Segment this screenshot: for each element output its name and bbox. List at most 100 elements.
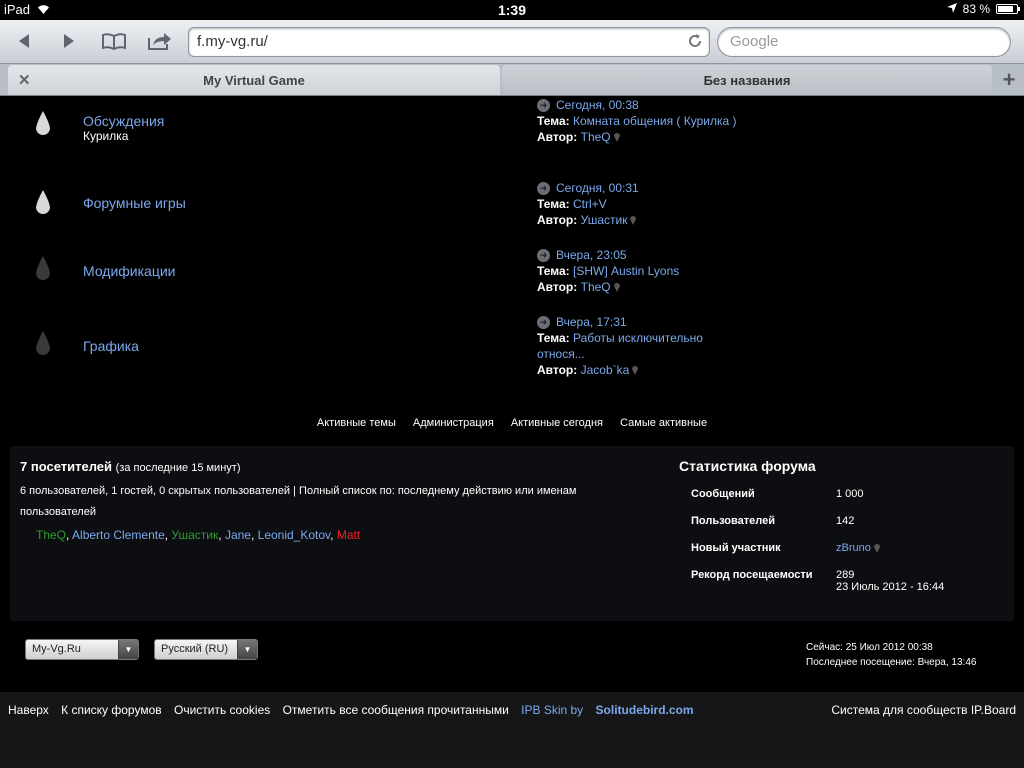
go-to-post-icon[interactable]: ➜ (537, 98, 550, 112)
last-post-date[interactable]: Сегодня, 00:38 (556, 97, 639, 113)
clock: 1:39 (497, 2, 527, 18)
active-topics-link[interactable]: Активные темы (317, 417, 396, 429)
go-to-post-icon[interactable]: ➜ (537, 181, 550, 195)
tab-untitled[interactable]: Без названия (502, 65, 992, 95)
last-post: ➜ Сегодня, 00:31 Тема: Ctrl+V Автор: Ушас… (537, 180, 737, 228)
topic-label: Тема: (537, 264, 570, 278)
online-user[interactable]: Ушастик (171, 528, 218, 542)
forward-button[interactable] (54, 28, 84, 54)
forum-link[interactable]: Графика (83, 338, 139, 354)
powered-by-link[interactable]: Система для сообществ IP.Board (831, 703, 1016, 717)
online-count: 7 посетителей (20, 459, 113, 474)
current-time: Сейчас: 25 Июл 2012 00:38 (806, 642, 933, 653)
author-label: Автор: (537, 213, 578, 227)
reload-icon[interactable] (687, 33, 703, 53)
battery-percent: 83 % (962, 2, 990, 16)
forum-link[interactable]: Модификации (83, 263, 176, 279)
last-post-date[interactable]: Сегодня, 00:31 (556, 180, 639, 196)
most-active-link[interactable]: Самые активные (620, 417, 707, 429)
read-forum-icon (36, 331, 50, 355)
online-user[interactable]: Alberto Clemente (72, 528, 165, 542)
go-to-post-icon[interactable]: ➜ (537, 248, 550, 262)
chevron-down-icon: ▼ (237, 640, 257, 659)
back-to-top-link[interactable]: Наверх (8, 703, 49, 717)
forum-link[interactable]: Форумные игры (83, 195, 186, 211)
last-post: ➜ Вчера, 23:05 Тема: [SHW] Austin Lyons А… (537, 247, 737, 295)
author-label: Автор: (537, 280, 578, 294)
pin-icon (613, 133, 620, 143)
topic-link[interactable]: Ctrl+V (573, 197, 607, 211)
pin-icon (632, 366, 639, 376)
skin-select-value: My-Vg.Ru (32, 643, 81, 655)
skin-credit: IPB Skin by Solitudebird.com (521, 703, 693, 717)
author-label: Автор: (537, 130, 578, 144)
footer-links: Наверх К списку форумов Очистить cookies… (8, 703, 703, 717)
plus-icon: + (1002, 67, 1016, 92)
read-forum-icon (36, 256, 50, 280)
page-content: Обсуждения Курилка ➜ Сегодня, 00:38 Тема:… (0, 97, 1024, 768)
administration-link[interactable]: Администрация (413, 417, 494, 429)
online-user[interactable]: TheQ (36, 528, 66, 542)
back-button[interactable] (9, 28, 39, 54)
address-field[interactable]: f.my-vg.ru/ (188, 27, 710, 57)
last-post: ➜ Сегодня, 00:38 Тема: Комната общения ( … (537, 97, 737, 145)
active-today-link[interactable]: Активные сегодня (511, 417, 603, 429)
bookmarks-button[interactable] (99, 28, 129, 54)
last-post-date[interactable]: Вчера, 17:31 (556, 314, 627, 330)
topic-link[interactable]: [SHW] Austin Lyons (573, 264, 679, 278)
pin-icon (873, 543, 880, 553)
pin-icon (613, 283, 620, 293)
stat-label: Сообщений (691, 488, 755, 500)
search-placeholder: Google (730, 33, 779, 50)
back-arrow-icon (19, 34, 29, 48)
mark-all-read-link[interactable]: Отметить все сообщения прочитанными (283, 703, 509, 717)
online-user[interactable]: Jane (225, 528, 251, 542)
unread-forum-icon (36, 190, 50, 214)
online-user[interactable]: Leonid_Kotov (258, 528, 331, 542)
close-icon[interactable]: ✕ (18, 71, 31, 89)
author-link[interactable]: TheQ (581, 280, 611, 294)
last-visit: Последнее посещение: Вчера, 13:46 (806, 657, 977, 668)
author-link[interactable]: Jacob`ka (581, 363, 630, 377)
stat-label: Рекорд посещаемости (691, 569, 813, 581)
tab-label: My Virtual Game (203, 72, 305, 88)
author-link[interactable]: Ушастик (581, 213, 628, 227)
last-post-date[interactable]: Вчера, 23:05 (556, 247, 627, 263)
stat-value: 142 (836, 515, 855, 527)
share-button[interactable] (145, 28, 175, 54)
stat-label: Новый участник (691, 542, 781, 554)
author-label: Автор: (537, 363, 578, 377)
language-select[interactable]: Русский (RU) ▼ (154, 639, 258, 660)
stats-heading: Статистика форума (679, 458, 816, 474)
newest-member-link[interactable]: zBruno (836, 542, 996, 554)
tab-bar: ✕ My Virtual Game Без названия + (0, 64, 1024, 96)
share-icon (148, 33, 171, 50)
topic-label: Тема: (537, 114, 570, 128)
last-post: ➜ Вчера, 17:31 Тема: Работы исключительно… (537, 314, 727, 378)
forum-index-link[interactable]: К списку форумов (61, 703, 162, 717)
quick-links: Активные темы Администрация Активные сег… (0, 417, 1024, 429)
tab-my-virtual-game[interactable]: ✕ My Virtual Game (8, 65, 500, 95)
online-heading: 7 посетителей (за последние 15 минут) (20, 459, 240, 474)
search-field[interactable]: Google (717, 27, 1011, 57)
online-user[interactable]: Matt (337, 528, 360, 542)
skin-select[interactable]: My-Vg.Ru ▼ (25, 639, 139, 660)
battery-icon (996, 4, 1020, 14)
topic-link[interactable]: Комната общения ( Курилка ) (573, 114, 737, 128)
go-to-post-icon[interactable]: ➜ (537, 315, 550, 329)
board-stats: 7 посетителей (за последние 15 минут) 6 … (10, 446, 1014, 621)
new-tab-button[interactable]: + (994, 65, 1024, 95)
chevron-down-icon: ▼ (118, 640, 138, 659)
skin-credit-prefix: IPB Skin by (521, 703, 587, 717)
author-link[interactable]: TheQ (581, 130, 611, 144)
skin-author-link[interactable]: Solitudebird.com (596, 703, 694, 717)
clear-cookies-link[interactable]: Очистить cookies (174, 703, 270, 717)
record-date: 23 Июль 2012 - 16:44 (836, 581, 945, 593)
tab-label: Без названия (703, 72, 791, 88)
subforum-link[interactable]: Курилка (83, 129, 128, 143)
forum-link[interactable]: Обсуждения (83, 113, 164, 129)
unread-forum-icon (36, 111, 50, 135)
stat-value: 289 23 Июль 2012 - 16:44 (836, 569, 945, 593)
online-period: (за последние 15 минут) (115, 462, 241, 474)
status-bar: iPad 1:39 83 % (0, 0, 1024, 20)
